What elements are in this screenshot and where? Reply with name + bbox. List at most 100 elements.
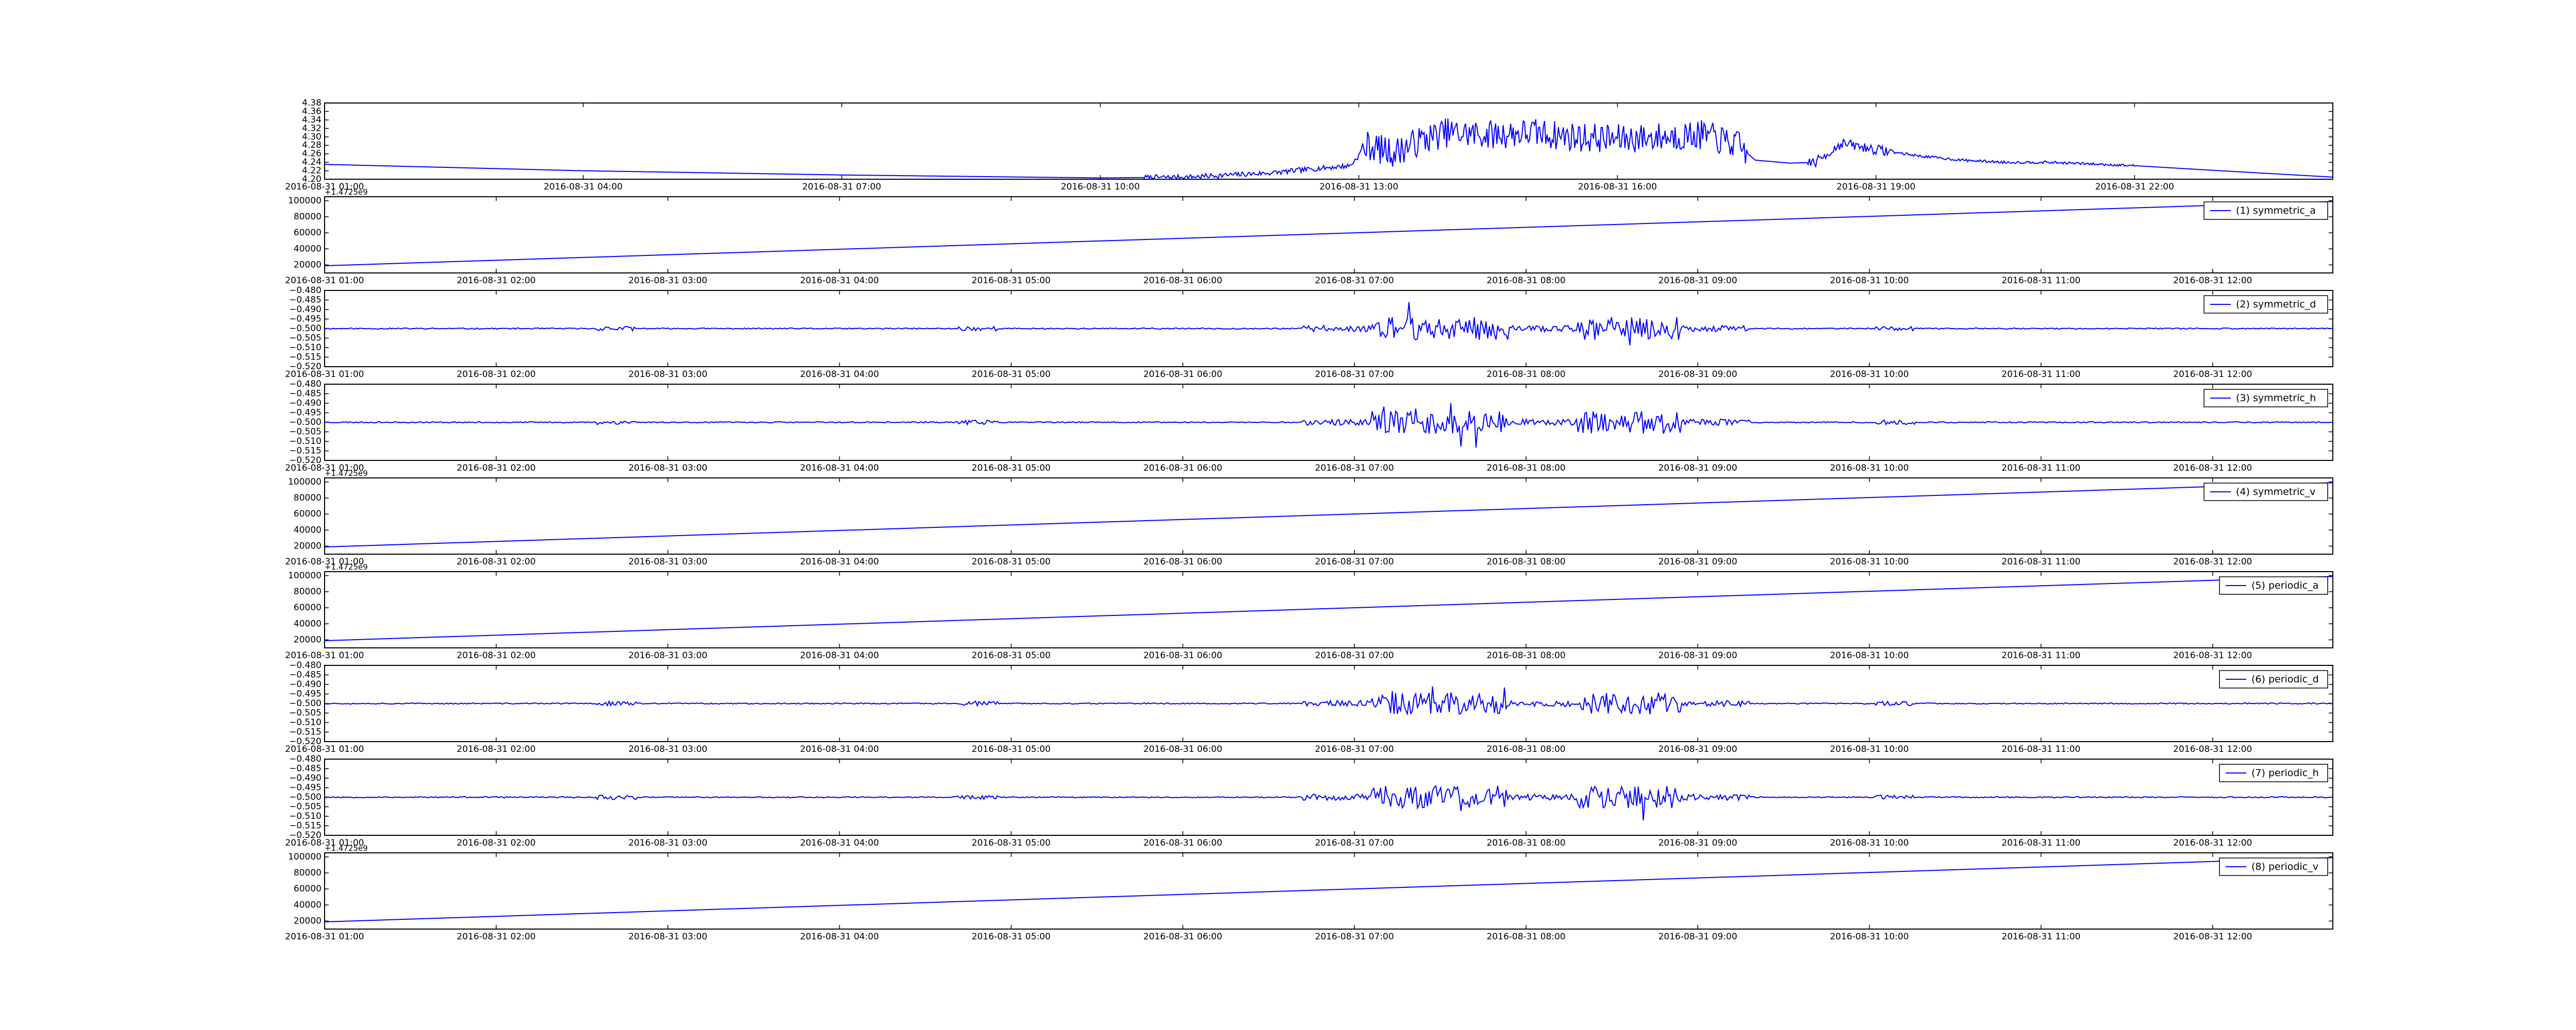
- x-tick-label: 2016-08-31 11:00: [2002, 744, 2080, 754]
- y-tick-label: −0.500: [289, 698, 321, 709]
- y-offset-label: +1.4725e9: [325, 562, 368, 572]
- legend-label: (7) periodic_h: [2251, 767, 2319, 779]
- x-tick-label: 2016-08-31 10:00: [1830, 463, 1909, 473]
- y-tick-label: −0.515: [289, 446, 321, 456]
- y-tick-label: 60000: [294, 228, 321, 238]
- y-tick-label: 60000: [294, 603, 321, 613]
- x-tick-label: 2016-08-31 05:00: [972, 932, 1050, 942]
- x-tick-label: 2016-08-31 02:00: [457, 463, 536, 473]
- x-tick-label: 2016-08-31 07:00: [1315, 276, 1394, 286]
- x-tick-label: 2016-08-31 02:00: [457, 838, 536, 848]
- y-tick-label: −0.490: [289, 679, 321, 690]
- x-tick-label: 2016-08-31 05:00: [972, 557, 1050, 567]
- y-tick-label: 20000: [294, 541, 321, 551]
- x-tick-label: 2016-08-31 07:00: [1315, 932, 1394, 942]
- x-tick-label: 2016-08-31 05:00: [972, 276, 1050, 286]
- x-tick-label: 2016-08-31 04:00: [800, 557, 879, 567]
- y-tick-label: −0.520: [289, 362, 321, 372]
- x-tick-label: 2016-08-31 06:00: [1143, 932, 1222, 942]
- x-tick-label: 2016-08-31 10:00: [1830, 932, 1909, 942]
- x-tick-label: 2016-08-31 04:00: [800, 369, 879, 380]
- x-tick-label: 2016-08-31 11:00: [2002, 650, 2080, 661]
- figure-background: [0, 0, 2576, 1030]
- x-tick-label: 2016-08-31 04:00: [800, 650, 879, 661]
- legend-label: (5) periodic_a: [2251, 580, 2318, 591]
- x-tick-label: 2016-08-31 09:00: [1658, 557, 1737, 567]
- y-tick-label: 60000: [294, 884, 321, 894]
- y-tick-label: −0.500: [289, 792, 321, 802]
- y-tick-label: −0.515: [289, 821, 321, 831]
- x-tick-label: 2016-08-31 03:00: [629, 276, 707, 286]
- x-tick-label: 2016-08-31 06:00: [1143, 557, 1222, 567]
- y-tick-label: 100000: [288, 196, 321, 206]
- x-tick-label: 2016-08-31 03:00: [629, 838, 707, 848]
- x-tick-label: 2016-08-31 16:00: [1578, 182, 1657, 192]
- y-tick-label: −0.495: [289, 314, 321, 324]
- legend: (1) symmetric_a: [2204, 201, 2328, 220]
- x-tick-label: 2016-08-31 22:00: [2095, 182, 2174, 192]
- legend: (6) periodic_d: [2219, 670, 2328, 689]
- x-tick-label: 2016-08-31 02:00: [457, 744, 536, 754]
- y-tick-label: 80000: [294, 868, 321, 878]
- x-tick-label: 2016-08-31 03:00: [629, 557, 707, 567]
- y-tick-label: 40000: [294, 525, 321, 535]
- y-tick-label: 80000: [294, 212, 321, 222]
- y-tick-label: −0.490: [289, 304, 321, 315]
- x-tick-label: 2016-08-31 09:00: [1658, 932, 1737, 942]
- y-tick-label: 60000: [294, 509, 321, 519]
- y-tick-label: 100000: [288, 477, 321, 487]
- x-tick-label: 2016-08-31 08:00: [1487, 744, 1566, 754]
- x-tick-label: 2016-08-31 09:00: [1658, 744, 1737, 754]
- x-tick-label: 2016-08-31 02:00: [457, 557, 536, 567]
- y-tick-label: −0.485: [289, 389, 321, 399]
- y-tick-label: −0.505: [289, 708, 321, 718]
- x-tick-label: 2016-08-31 01:00: [285, 932, 364, 942]
- y-tick-label: −0.505: [289, 333, 321, 344]
- x-tick-label: 2016-08-31 06:00: [1143, 650, 1222, 661]
- y-tick-label: −0.490: [289, 773, 321, 783]
- x-tick-label: 2016-08-31 06:00: [1143, 463, 1222, 473]
- y-tick-label: −0.500: [289, 417, 321, 427]
- x-tick-label: 2016-08-31 11:00: [2002, 276, 2080, 286]
- x-tick-label: 2016-08-31 01:00: [285, 650, 364, 661]
- y-tick-label: −0.510: [289, 717, 321, 728]
- x-tick-label: 2016-08-31 03:00: [629, 650, 707, 661]
- x-tick-label: 2016-08-31 04:00: [800, 838, 879, 848]
- x-tick-label: 2016-08-31 05:00: [972, 838, 1050, 848]
- x-tick-label: 2016-08-31 02:00: [457, 932, 536, 942]
- x-tick-label: 2016-08-31 07:00: [1315, 744, 1394, 754]
- x-tick-label: 2016-08-31 12:00: [2173, 557, 2252, 567]
- x-tick-label: 2016-08-31 04:00: [800, 276, 879, 286]
- y-tick-label: −0.510: [289, 811, 321, 821]
- x-tick-label: 2016-08-31 10:00: [1830, 838, 1909, 848]
- legend: (8) periodic_v: [2219, 857, 2328, 876]
- y-tick-label: −0.515: [289, 352, 321, 363]
- legend-label: (1) symmetric_a: [2236, 205, 2316, 216]
- y-tick-label: 20000: [294, 634, 321, 645]
- x-tick-label: 2016-08-31 05:00: [972, 463, 1050, 473]
- y-tick-label: 20000: [294, 916, 321, 926]
- y-tick-label: −0.495: [289, 783, 321, 793]
- y-tick-label: −0.480: [289, 754, 321, 764]
- x-tick-label: 2016-08-31 10:00: [1061, 182, 1140, 192]
- x-tick-label: 2016-08-31 10:00: [1830, 369, 1909, 380]
- y-offset-label: +1.4725e9: [325, 187, 368, 197]
- x-tick-label: 2016-08-31 11:00: [2002, 463, 2080, 473]
- legend: (4) symmetric_v: [2204, 483, 2328, 501]
- x-tick-label: 2016-08-31 12:00: [2173, 369, 2252, 380]
- x-tick-label: 2016-08-31 06:00: [1143, 838, 1222, 848]
- x-tick-label: 2016-08-31 09:00: [1658, 463, 1737, 473]
- x-tick-label: 2016-08-31 02:00: [457, 369, 536, 380]
- legend-label: (3) symmetric_h: [2236, 392, 2316, 404]
- x-tick-label: 2016-08-31 05:00: [972, 744, 1050, 754]
- legend-label: (4) symmetric_v: [2236, 486, 2316, 497]
- legend-label: (6) periodic_d: [2251, 674, 2319, 685]
- legend-label: (2) symmetric_d: [2236, 299, 2316, 310]
- x-tick-label: 2016-08-31 03:00: [629, 744, 707, 754]
- x-tick-label: 2016-08-31 04:00: [544, 182, 622, 192]
- y-tick-label: 4.20: [302, 174, 321, 184]
- y-tick-label: −0.480: [289, 379, 321, 389]
- y-tick-label: −0.520: [289, 736, 321, 747]
- x-tick-label: 2016-08-31 03:00: [629, 463, 707, 473]
- x-tick-label: 2016-08-31 02:00: [457, 276, 536, 286]
